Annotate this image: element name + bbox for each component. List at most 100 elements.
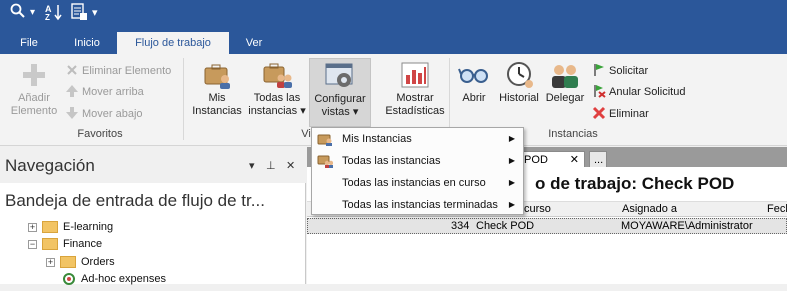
move-down-button[interactable]: Mover abajo bbox=[65, 105, 143, 123]
menu-item-label: Todas las instancias terminadas bbox=[342, 199, 498, 211]
add-plus-icon bbox=[18, 60, 50, 90]
todas-instancias-label-2: instancias ▾ bbox=[248, 105, 306, 117]
mostrar-estadisticas-button[interactable]: Mostrar Estadísticas bbox=[383, 58, 447, 118]
submenu-arrow-icon: ▶ bbox=[508, 200, 515, 209]
sort-az-icon[interactable]: AZ bbox=[45, 3, 65, 26]
export-icon[interactable] bbox=[70, 3, 88, 26]
historial-button[interactable]: Historial bbox=[496, 58, 542, 105]
ribbon-separator bbox=[183, 58, 184, 140]
collapse-icon[interactable]: − bbox=[28, 239, 37, 249]
customize-qat-icon[interactable]: ▾ bbox=[92, 3, 98, 23]
expand-icon[interactable]: + bbox=[28, 222, 37, 232]
menu-item-label: Todas las instancias bbox=[342, 155, 441, 167]
tab-file[interactable]: File bbox=[8, 32, 50, 54]
configurar-vistas-label-2: vistas ▾ bbox=[321, 106, 359, 118]
menu-item-terminadas[interactable]: Todas las instancias terminadas ▶ bbox=[312, 194, 523, 216]
expand-icon[interactable]: + bbox=[46, 257, 55, 267]
ribbon-tabs: File Inicio Flujo de trabajo Ver bbox=[0, 32, 787, 55]
mostrar-estadisticas-label-2: Estadísticas bbox=[385, 105, 445, 117]
configurar-vistas-button[interactable]: Configurar vistas ▾ bbox=[309, 58, 371, 127]
delete-x-icon bbox=[592, 106, 606, 120]
eliminar-label: Eliminar bbox=[609, 108, 649, 120]
column-header-curso[interactable]: curso bbox=[524, 203, 551, 215]
tree-node-elearning[interactable]: + E-learning bbox=[28, 219, 113, 236]
anular-solicitud-button[interactable]: Anular Solicitud bbox=[592, 83, 685, 101]
mostrar-estadisticas-label-1: Mostrar bbox=[396, 92, 434, 104]
navigation-title: Navegación bbox=[5, 156, 95, 175]
tree-node-orders[interactable]: + Orders bbox=[46, 254, 115, 271]
workflow-inbox-title: Bandeja de entrada de flujo de tr... bbox=[5, 191, 265, 210]
tree-node-adhoc-expenses[interactable]: Ad-hoc expenses bbox=[62, 271, 166, 288]
tree-node-label: Ad-hoc expenses bbox=[81, 273, 166, 285]
column-header-asignado[interactable]: Asignado a bbox=[622, 203, 677, 215]
row-id: 334 bbox=[451, 220, 470, 232]
search-dropdown-arrow-icon[interactable]: ▾ bbox=[30, 3, 35, 23]
clock-history-icon bbox=[503, 60, 535, 90]
row-name: Check POD bbox=[476, 220, 535, 232]
column-header-fecha[interactable]: Fech bbox=[767, 203, 787, 215]
briefcase-group-icon bbox=[317, 154, 334, 168]
menu-item-label: Todas las instancias en curso bbox=[342, 177, 486, 189]
move-up-button[interactable]: Mover arriba bbox=[65, 83, 144, 101]
tree-node-label: Finance bbox=[63, 238, 103, 250]
users-delegate-icon bbox=[549, 60, 581, 90]
svg-text:Z: Z bbox=[45, 13, 50, 21]
document-tab-more[interactable]: ... bbox=[589, 151, 607, 168]
briefcase-group-icon bbox=[261, 60, 293, 90]
group-label-instancias: Instancias bbox=[548, 128, 598, 140]
glasses-icon bbox=[458, 60, 490, 90]
solicitar-button[interactable]: Solicitar bbox=[592, 62, 648, 80]
configurar-vistas-menu: Mis Instancias ▶ Todas las instancias ▶ … bbox=[311, 127, 524, 215]
arrow-down-icon bbox=[65, 106, 79, 120]
add-item-label-1: Añadir bbox=[18, 92, 50, 104]
historial-label: Historial bbox=[499, 92, 539, 104]
remove-item-button[interactable]: Eliminar Elemento bbox=[65, 62, 171, 80]
row-assigned: MOYAWARE\Administrator bbox=[621, 220, 753, 232]
tab-flujo-de-trabajo[interactable]: Flujo de trabajo bbox=[117, 32, 229, 55]
navigation-header: Navegación ▾ ⊥ ✕ bbox=[0, 147, 306, 183]
submenu-arrow-icon: ▶ bbox=[508, 156, 515, 165]
configure-views-icon bbox=[324, 61, 356, 91]
submenu-arrow-icon: ▶ bbox=[508, 178, 515, 187]
navigation-pane: Navegación ▾ ⊥ ✕ Bandeja de entrada de f… bbox=[0, 147, 306, 286]
mis-instancias-label-1: Mis bbox=[208, 92, 226, 104]
menu-item-todas-instancias[interactable]: Todas las instancias ▶ bbox=[312, 150, 523, 172]
tab-close-icon[interactable]: ✕ bbox=[570, 152, 579, 168]
group-label-favoritos: Favoritos bbox=[77, 128, 123, 140]
abrir-label: Abrir bbox=[462, 92, 486, 104]
tab-ver[interactable]: Ver bbox=[233, 32, 275, 54]
folder-icon bbox=[60, 256, 76, 269]
eliminar-button[interactable]: Eliminar bbox=[592, 105, 649, 123]
delegar-button[interactable]: Delegar bbox=[543, 58, 587, 105]
delegar-label: Delegar bbox=[545, 92, 585, 104]
tab-inicio[interactable]: Inicio bbox=[62, 32, 112, 54]
mis-instancias-button[interactable]: Mis Instancias bbox=[189, 58, 245, 118]
menu-item-mis-instancias[interactable]: Mis Instancias ▶ bbox=[312, 128, 523, 150]
todas-instancias-label-1: Todas las bbox=[253, 92, 301, 104]
pin-icon[interactable]: ⊥ bbox=[266, 159, 276, 172]
tree-node-finance[interactable]: − Finance bbox=[28, 236, 102, 253]
abrir-button[interactable]: Abrir bbox=[454, 58, 494, 105]
table-row[interactable]: 334 Check POD MOYAWARE\Administrator bbox=[307, 218, 787, 234]
tree-node-label: E-learning bbox=[63, 221, 114, 233]
folder-icon bbox=[42, 221, 58, 234]
pane-options-icon[interactable]: ▾ bbox=[249, 159, 255, 172]
tree-node-label: Orders bbox=[81, 256, 115, 268]
mis-instancias-label-2: Instancias bbox=[192, 105, 242, 117]
briefcase-user-icon bbox=[317, 132, 333, 146]
add-item-button[interactable]: Añadir Elemento bbox=[6, 58, 62, 118]
folder-icon bbox=[42, 238, 58, 251]
close-icon[interactable]: ✕ bbox=[286, 159, 295, 172]
solicitar-label: Solicitar bbox=[609, 65, 649, 77]
search-icon[interactable] bbox=[10, 3, 26, 24]
menu-item-en-curso[interactable]: Todas las instancias en curso ▶ bbox=[312, 172, 523, 194]
add-item-label-2: Elemento bbox=[10, 105, 58, 117]
remove-item-label: Eliminar Elemento bbox=[82, 65, 172, 77]
document-title: o de trabajo: Check POD bbox=[535, 174, 735, 193]
todas-instancias-button[interactable]: Todas las instancias ▾ bbox=[247, 58, 307, 118]
statistics-chart-icon bbox=[399, 60, 431, 90]
menu-item-label: Mis Instancias bbox=[342, 133, 412, 145]
green-flag-icon bbox=[592, 63, 606, 77]
submenu-arrow-icon: ▶ bbox=[508, 134, 515, 143]
quick-access-toolbar: ▾ AZ ▾ bbox=[0, 0, 787, 32]
